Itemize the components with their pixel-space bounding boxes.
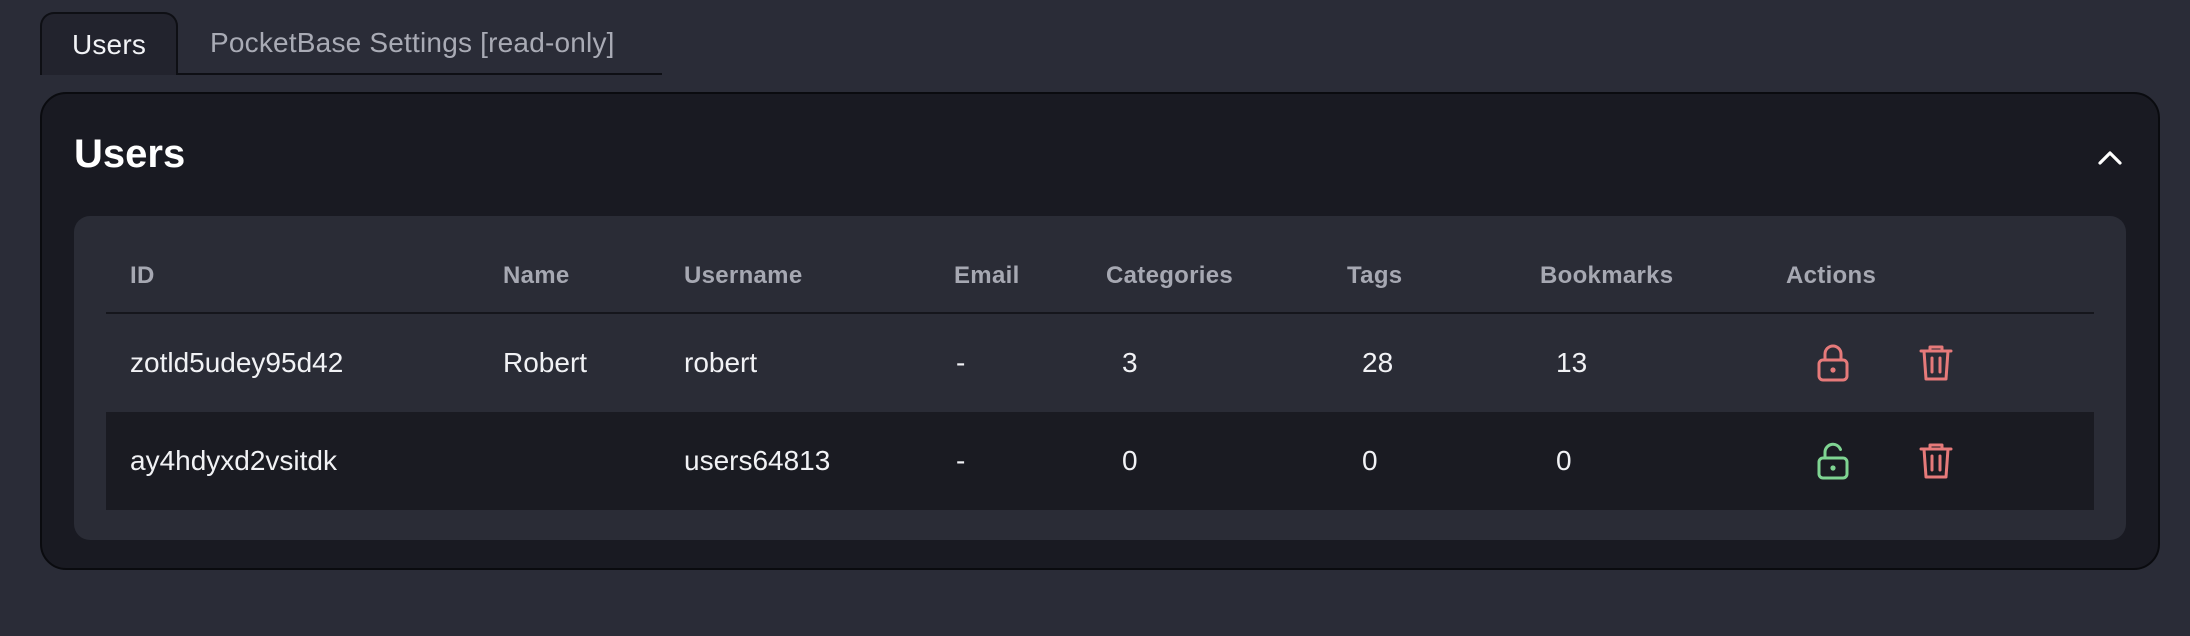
tab-users[interactable]: Users [40, 12, 178, 75]
user-name: Robert [503, 347, 588, 378]
users-table: ID Name Username Email Categories Tags B… [106, 216, 2094, 510]
user-id: zotld5udey95d42 [130, 347, 344, 378]
column-header-actions: Actions [1786, 262, 1877, 289]
delete-user-button[interactable] [1914, 314, 1958, 412]
user-categories-count: 3 [1122, 347, 1138, 378]
delete-user-button[interactable] [1914, 412, 1958, 510]
column-header-categories: Categories [1106, 262, 1234, 289]
user-email: - [956, 445, 966, 476]
trash-icon [1919, 443, 1953, 479]
user-bookmarks-count: 13 [1556, 347, 1588, 378]
user-email: - [956, 347, 966, 378]
panel-title: Users [74, 132, 186, 176]
user-username: robert [684, 347, 758, 378]
lock-closed-icon [1817, 344, 1849, 382]
column-header-tags: Tags [1347, 262, 1403, 289]
user-username: users64813 [684, 445, 831, 476]
user-tags-count: 28 [1362, 347, 1394, 378]
tab-pocketbase-settings[interactable]: PocketBase Settings [read-only] [178, 12, 662, 75]
chevron-up-icon [2098, 151, 2122, 165]
table-header-row: ID Name Username Email Categories Tags B… [106, 216, 2094, 314]
trash-icon [1919, 345, 1953, 381]
users-table-container: ID Name Username Email Categories Tags B… [74, 216, 2126, 540]
unlock-user-button[interactable] [1811, 412, 1855, 510]
table-row: ay4hdyxd2vsitdk users64813 - 0 0 0 [106, 412, 2094, 510]
column-header-name: Name [503, 262, 570, 289]
table-row: zotld5udey95d42 Robert robert - 3 28 13 [106, 314, 2094, 412]
column-header-email: Email [954, 262, 1020, 289]
column-header-id: ID [130, 262, 155, 289]
lock-open-icon [1817, 442, 1849, 480]
user-categories-count: 0 [1122, 445, 1138, 476]
user-bookmarks-count: 0 [1556, 445, 1572, 476]
user-id: ay4hdyxd2vsitdk [130, 445, 338, 476]
lock-user-button[interactable] [1811, 314, 1855, 412]
user-tags-count: 0 [1362, 445, 1378, 476]
column-header-bookmarks: Bookmarks [1540, 262, 1674, 289]
column-header-username: Username [684, 262, 803, 289]
tab-bar: Users PocketBase Settings [read-only] [40, 12, 662, 75]
collapse-button[interactable] [2092, 140, 2128, 176]
users-panel: Users ID Name Username Email Categories … [40, 92, 2160, 570]
